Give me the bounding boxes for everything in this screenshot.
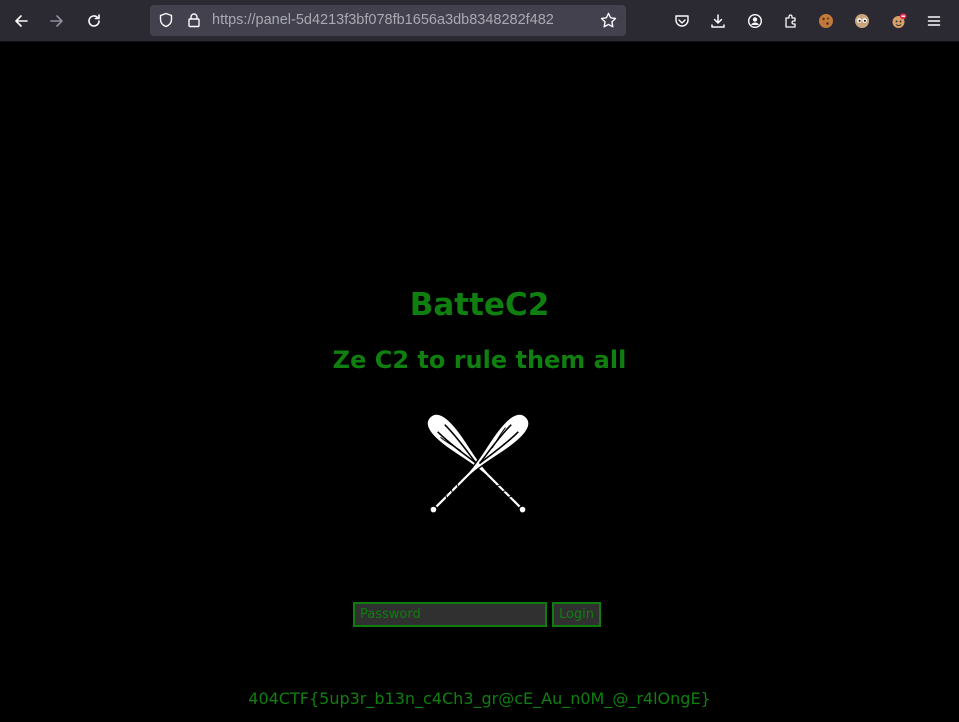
forward-button[interactable] <box>42 6 72 36</box>
account-icon <box>747 13 763 29</box>
flag-text: 404CTF{5up3r_b13n_c4Ch3_gr@cE_Au_n0M_@_r… <box>248 689 711 708</box>
account-button[interactable] <box>740 6 770 36</box>
reload-button[interactable] <box>79 6 109 36</box>
forward-icon <box>50 15 63 27</box>
menu-icon <box>927 16 941 26</box>
pocket-icon <box>675 15 689 27</box>
extensions-icon <box>785 14 796 28</box>
cookie-extension-button[interactable] <box>811 6 841 36</box>
download-icon <box>711 14 725 28</box>
extension-with-badge-icon <box>892 13 907 28</box>
badge-extension-button[interactable] <box>884 6 914 36</box>
extensions-button[interactable] <box>776 6 806 36</box>
reload-icon <box>88 14 100 27</box>
bookmark-star-icon[interactable] <box>600 12 617 29</box>
eyes-extension-icon <box>855 14 869 28</box>
cookie-extension-icon <box>819 14 833 28</box>
pocket-button[interactable] <box>667 6 697 36</box>
page-content: BatteC2 Ze C2 to rule them all Login 404… <box>0 42 959 722</box>
login-button[interactable]: Login <box>552 602 601 627</box>
back-button[interactable] <box>6 6 36 36</box>
eyes-extension-button[interactable] <box>847 6 877 36</box>
lock-icon[interactable] <box>186 12 202 28</box>
downloads-button[interactable] <box>703 6 733 36</box>
menu-button[interactable] <box>919 6 949 36</box>
crossed-baseball-bats-icon <box>421 408 535 521</box>
page-subtitle: Ze C2 to rule them all <box>332 346 627 374</box>
shield-icon[interactable] <box>158 12 174 28</box>
page-title: BatteC2 <box>409 287 550 323</box>
address-bar[interactable]: https://panel-5d4213f3bf078fb1656a3db834… <box>150 5 626 36</box>
back-icon <box>15 15 28 27</box>
url-text[interactable]: https://panel-5d4213f3bf078fb1656a3db834… <box>212 5 597 36</box>
browser-toolbar: https://panel-5d4213f3bf078fb1656a3db834… <box>0 0 959 42</box>
password-input[interactable] <box>353 602 547 627</box>
